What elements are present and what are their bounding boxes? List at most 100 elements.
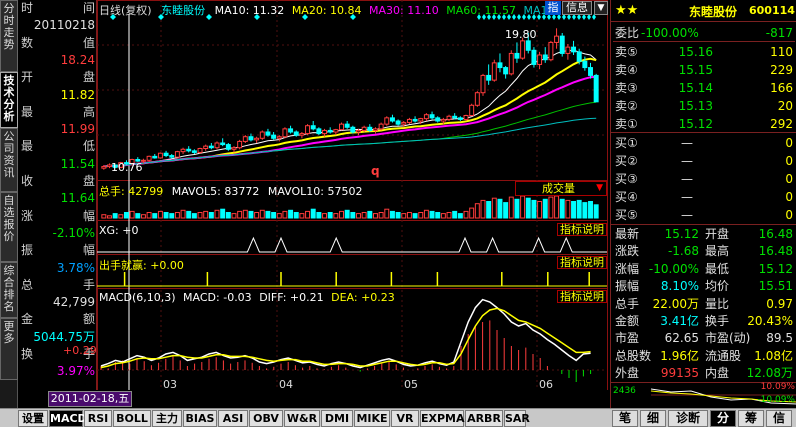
volume-bar xyxy=(389,210,395,219)
bid-row[interactable]: 买③ — 0 xyxy=(613,170,795,188)
volume-bar xyxy=(146,212,152,219)
indicator-tab-4[interactable]: 主力 xyxy=(152,410,182,427)
candle-body xyxy=(446,115,452,120)
indicator-tab-0[interactable]: 设置 xyxy=(18,410,48,427)
macd-help-button[interactable]: 指标说明 xyxy=(557,290,607,303)
bid-volume: 0 xyxy=(785,136,793,150)
candle-body xyxy=(214,142,220,149)
indicator-tab-11[interactable]: VR xyxy=(391,410,419,427)
candle-body xyxy=(537,54,543,65)
quote-panel: ★★ 东睦股份 600114 委比 -100.00% -817 2436 10.… xyxy=(610,0,796,408)
quote-tab-0[interactable]: 笔 xyxy=(612,410,638,427)
indicator-tab-10[interactable]: MIKE xyxy=(354,410,390,427)
mavol10-label: MAVOL10: 57502 xyxy=(267,185,363,198)
info-row: 最低 xyxy=(19,139,97,154)
quote-tab-3[interactable]: 分 xyxy=(710,410,736,427)
indicator-tab-9[interactable]: DMI xyxy=(321,410,353,427)
left-tab-3[interactable]: 自选报价 xyxy=(0,192,18,262)
cjjy-help-button[interactable]: 指标说明 xyxy=(557,256,607,269)
ask-row[interactable]: 卖⑤ 15.16 110 xyxy=(613,43,795,61)
info-key: 总 xyxy=(21,277,34,292)
quote-tab-4[interactable]: 筹 xyxy=(738,410,764,427)
volume-bar xyxy=(129,210,135,219)
info-button[interactable]: 信息 xyxy=(562,1,592,15)
candle-body xyxy=(469,104,475,116)
quote-stock-code: 600114 xyxy=(749,4,795,17)
volume-bar xyxy=(367,210,373,219)
chart-menu-dropdown[interactable]: ▼ xyxy=(594,1,608,15)
info-key: 开 xyxy=(21,70,34,85)
indicator-tab-5[interactable]: BIAS xyxy=(183,410,217,427)
volume-bar xyxy=(344,209,350,219)
bid-label: 买③ xyxy=(615,172,638,186)
bid-label: 买② xyxy=(615,154,638,168)
info-value: 幅 xyxy=(82,208,95,223)
ask-row[interactable]: 卖③ 15.14 166 xyxy=(613,79,795,97)
quote-tab-5[interactable]: 信 xyxy=(766,410,792,427)
candle-body xyxy=(542,54,548,61)
candle-body xyxy=(310,125,316,130)
quote-tab-1[interactable]: 细 xyxy=(640,410,666,427)
left-tab-1[interactable]: 技术分析 xyxy=(0,72,18,128)
left-tab-0[interactable]: 分时走势 xyxy=(0,0,18,72)
macd-params: MACD(6,10,3) xyxy=(99,291,176,304)
left-tab-4[interactable]: 综合排名 xyxy=(0,262,18,318)
volume-bar xyxy=(112,213,118,219)
volume-bar xyxy=(191,213,197,219)
info-key: 最 xyxy=(21,139,34,154)
bid-row[interactable]: 买⑤ — 0 xyxy=(613,206,795,224)
chart-area[interactable]: 03 04 05 06 日线(复权) 东睦股份 MA10: 11.32 MA20: 1… xyxy=(63,0,610,390)
bid-row[interactable]: 买④ — 0 xyxy=(613,188,795,206)
candle-body xyxy=(305,125,311,135)
info-key: 金 xyxy=(21,312,34,327)
info-value: 11.82 xyxy=(60,87,95,102)
left-tab-5[interactable]: 更多 xyxy=(0,318,18,380)
bid-volume: 0 xyxy=(785,154,793,168)
indicator-tab-7[interactable]: OBV xyxy=(249,410,283,427)
volume-bar xyxy=(157,210,163,219)
ask-price: 15.14 xyxy=(678,81,713,95)
xg-help-button[interactable]: 指标说明 xyxy=(557,223,607,236)
left-tab-2[interactable]: 公司资讯 xyxy=(0,128,18,192)
stat-label: 量比 xyxy=(705,296,730,311)
indicator-tab-14[interactable]: SAR xyxy=(504,410,530,427)
ask-row[interactable]: 卖④ 15.15 229 xyxy=(613,61,795,79)
macd-axis-label: +0.29 xyxy=(63,344,97,357)
bid-price: — xyxy=(681,154,693,168)
stat-row: 市盈 62.65 市盈(动) 89.5 xyxy=(613,329,795,347)
indicator-tab-3[interactable]: BOLL xyxy=(113,410,151,427)
candle-body xyxy=(208,145,214,149)
indicator-tab-6[interactable]: ASI xyxy=(218,410,248,427)
candle-body xyxy=(163,152,169,157)
main-chart-header: 日线(复权) 东睦股份 MA10: 11.32 MA20: 10.84 MA30… xyxy=(99,2,583,18)
ask-row[interactable]: 卖② 15.13 20 xyxy=(613,97,795,115)
volume-bar xyxy=(101,214,107,219)
indicator-tab-8[interactable]: W&R xyxy=(284,410,320,427)
volume-bar xyxy=(310,208,316,219)
candle-body xyxy=(548,41,554,61)
ask-row[interactable]: 卖① 15.12 292 xyxy=(613,115,795,133)
ma20-label: MA20: 10.84 xyxy=(291,4,362,17)
stat-value: 15.51 xyxy=(758,279,793,294)
indicator-tab-13[interactable]: ARBR xyxy=(465,410,503,427)
bid-row[interactable]: 买② — 0 xyxy=(613,152,795,170)
bid-row[interactable]: 买① — 0 xyxy=(613,134,795,152)
volume-bar xyxy=(440,213,446,219)
indicator-tab-12[interactable]: EXPMA xyxy=(420,410,465,427)
stat-value: 22.00万 xyxy=(652,296,699,311)
cursor-date-label: 2011-02-18,五 xyxy=(48,391,132,407)
volume-indicator-select[interactable]: 成交量 ▼ xyxy=(515,181,607,196)
stat-row: 总手 22.00万 量比 0.97 xyxy=(613,295,795,313)
star-icon[interactable]: ★★ xyxy=(615,3,638,18)
volume-bar xyxy=(525,197,531,219)
volume-bar xyxy=(514,198,520,219)
dea-line xyxy=(100,307,591,369)
volume-bar xyxy=(276,213,282,219)
stat-row: 外盘 99135 内盘 12.08万 xyxy=(613,364,795,382)
indicator-tab-2[interactable]: RSI xyxy=(84,410,112,427)
mini-intraday-chart[interactable]: 2436 10.09% -10.09% xyxy=(611,382,796,406)
diff-line xyxy=(100,298,591,369)
indicator-button[interactable]: 指 xyxy=(545,1,561,15)
quote-tab-2[interactable]: 诊断 xyxy=(668,410,708,427)
indicator-tab-1[interactable]: MACD xyxy=(49,410,87,427)
